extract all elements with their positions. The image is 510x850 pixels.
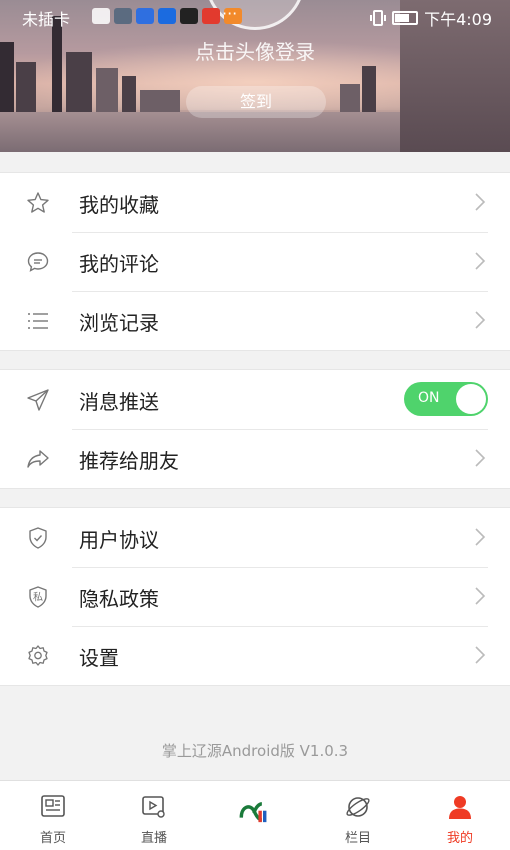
bottom-tab-bar: 首页 直播 栏目 我的: [0, 780, 510, 850]
skyline-building: [122, 76, 136, 112]
menu-item-push: 消息推送 ON: [0, 370, 510, 429]
tab-label: 直播: [140, 831, 167, 846]
version-text: 掌上辽源Android版 V1.0.3: [161, 742, 349, 760]
app-notification-icon: [180, 8, 198, 24]
tab-label: 栏目: [344, 831, 371, 846]
chevron-right-icon: [475, 193, 486, 211]
chevron-right-icon: [475, 311, 486, 329]
toggle-knob: [456, 384, 486, 414]
sim-alert-icon: [92, 8, 110, 24]
tab-app-logo[interactable]: [215, 781, 295, 850]
comment-icon: [27, 252, 49, 272]
menu-item-settings[interactable]: 设置: [0, 626, 510, 685]
vibrate-icon: [370, 10, 387, 26]
app-logo-icon: [239, 802, 267, 823]
chevron-right-icon: [475, 449, 486, 467]
profile-header: 点击头像登录 签到 未插卡 ··· 下午4:09: [0, 0, 510, 152]
menu-group-notifications: 消息推送 ON 推荐给朋友: [0, 369, 510, 489]
chevron-right-icon: [475, 528, 486, 546]
menu-item-label: 我的收藏: [79, 193, 159, 217]
menu-item-label: 隐私政策: [79, 587, 159, 611]
clock: 下午4:09: [424, 10, 492, 29]
chevron-right-icon: [475, 587, 486, 605]
more-notifications: ···: [222, 4, 238, 23]
notification-icons: [92, 8, 242, 24]
privacy-icon-text: 私: [33, 592, 43, 604]
skyline-building: [96, 68, 118, 112]
planet-icon: [346, 797, 370, 817]
carrier-text: 未插卡: [22, 10, 71, 29]
app-notification-icon: [114, 8, 132, 24]
skyline-building: [140, 90, 180, 112]
privacy-shield-icon: 私: [29, 586, 47, 608]
tab-mine[interactable]: 我的: [420, 781, 500, 850]
chevron-right-icon: [475, 252, 486, 270]
list-icon: [28, 313, 48, 329]
checkin-button[interactable]: 签到: [186, 86, 326, 118]
app-notification-icon: [136, 8, 154, 24]
menu-item-label: 浏览记录: [79, 311, 159, 335]
app-notification-icon: [158, 8, 176, 24]
menu-item-label: 用户协议: [79, 528, 159, 552]
menu-item-label: 我的评论: [79, 252, 159, 276]
skyline-building: [16, 62, 36, 112]
menu-item-label: 设置: [79, 646, 119, 670]
send-icon: [27, 389, 49, 411]
menu-item-comments[interactable]: 我的评论: [0, 232, 510, 291]
shield-check-icon: [29, 527, 47, 549]
tab-columns[interactable]: 栏目: [318, 781, 398, 850]
tab-live[interactable]: 直播: [114, 781, 194, 850]
tab-home[interactable]: 首页: [13, 781, 93, 850]
skyline-building: [362, 66, 376, 112]
menu-item-user-agreement[interactable]: 用户协议: [0, 508, 510, 567]
user-icon: [449, 796, 471, 819]
login-prompt[interactable]: 点击头像登录: [0, 36, 510, 65]
menu-item-history[interactable]: 浏览记录: [0, 291, 510, 350]
star-icon: [27, 192, 49, 213]
menu-group-personal: 我的收藏 我的评论 浏览记录: [0, 172, 510, 351]
share-icon: [27, 450, 49, 468]
push-toggle[interactable]: ON: [404, 382, 488, 416]
news-icon: [41, 795, 65, 817]
tab-label: 首页: [39, 831, 66, 846]
status-right: 下午4:09: [370, 6, 492, 30]
menu-item-favorites[interactable]: 我的收藏: [0, 173, 510, 232]
menu-group-about: 用户协议 私 隐私政策 设置: [0, 507, 510, 686]
toggle-state: ON: [418, 390, 440, 406]
tab-label: 我的: [446, 831, 473, 846]
menu-item-label: 消息推送: [79, 390, 159, 414]
gear-icon: [28, 645, 48, 666]
chevron-right-icon: [475, 646, 486, 664]
menu-item-label: 推荐给朋友: [79, 449, 179, 473]
skyline-building: [340, 84, 360, 112]
menu-item-share[interactable]: 推荐给朋友: [0, 429, 510, 488]
live-video-icon: [142, 796, 165, 818]
menu-item-privacy[interactable]: 私 隐私政策: [0, 567, 510, 626]
battery-icon: [392, 11, 419, 25]
app-notification-icon: [202, 8, 220, 24]
status-bar: 未插卡 ··· 下午4:09: [0, 0, 510, 34]
